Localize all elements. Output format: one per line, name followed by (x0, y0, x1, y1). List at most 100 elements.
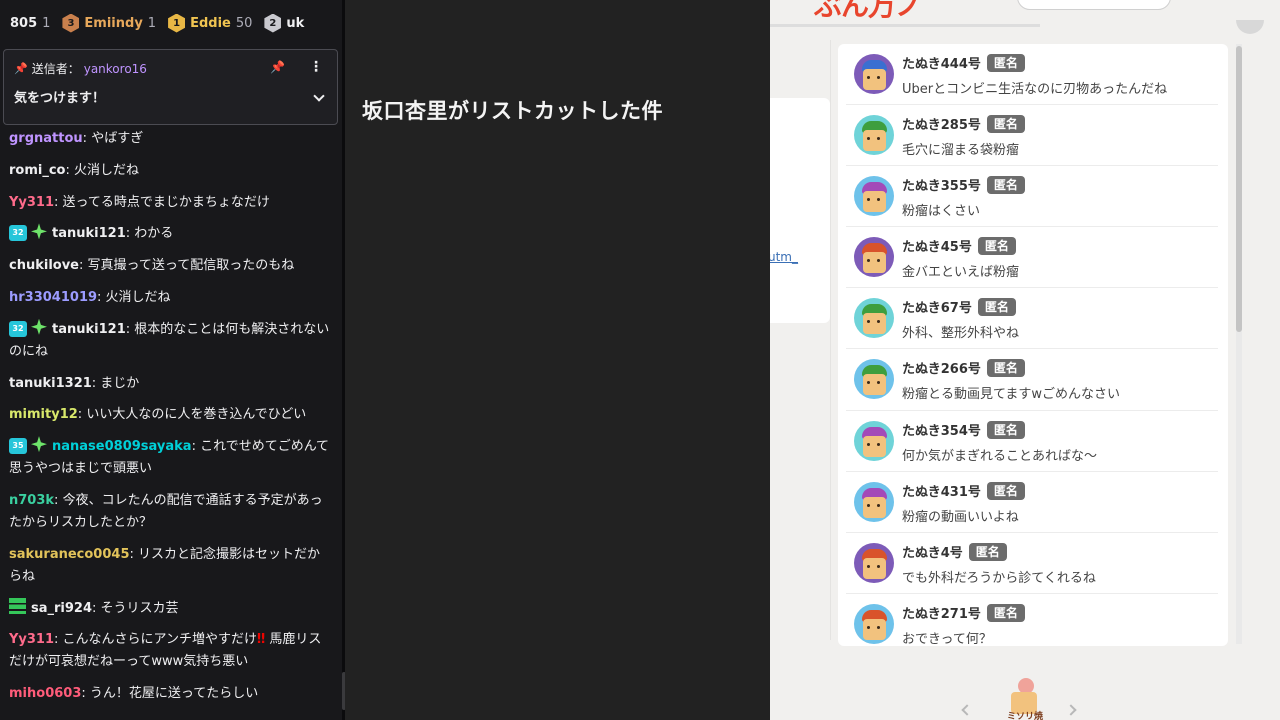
search-input[interactable] (1017, 0, 1171, 10)
chat-username[interactable]: tanuki121 (52, 322, 126, 337)
comment-item: たぬき285号 匿名 毛穴に溜まる袋粉瘤 (846, 105, 1218, 167)
comment-author: たぬき67号 匿名 (902, 297, 1016, 317)
comment-text: 何か気がまぎれることあればな〜 (902, 448, 1098, 464)
chat-username[interactable]: grgnattou (9, 131, 83, 146)
chat-message: mimity12: いい大人なのに人を巻き込んでひどい (9, 404, 330, 426)
comment-text: 金バエといえば粉瘤 (902, 265, 1020, 281)
leaderboard-entry[interactable]: 805 1 (10, 16, 50, 31)
comment-author: たぬき431号 匿名 (902, 481, 1025, 500)
comment-author-name: たぬき67号 (902, 301, 972, 317)
chat-separator: : (92, 600, 101, 616)
comment-item: たぬき4号 匿名 でも外科だろうから診てくれるね (846, 533, 1218, 594)
chat-username[interactable]: Yy311 (9, 632, 54, 647)
gem-badge-icon[interactable] (31, 436, 47, 453)
chat-panel: 805 1 3 Emiindy 1 1 Eddie 50 2 uk 📌 送信者：… (0, 0, 342, 720)
mascot-icon[interactable]: ミソリ焼金 (1005, 676, 1043, 720)
comment-author: たぬき271号 匿名 (902, 603, 1025, 622)
comment-author-name: たぬき4号 (902, 545, 963, 561)
web-page: ぶん万ノ utm_ たぬき444号 匿名 Uberとコンビニ生活なのに刃物あったんだ… (770, 0, 1280, 720)
chat-username[interactable]: tanuki121 (52, 226, 126, 241)
chat-username[interactable]: hr33041019 (9, 290, 97, 305)
chat-text: 写真撮って送って配信取ったのもね (87, 258, 295, 274)
chat-text: 火消しだね (105, 289, 171, 305)
chat-username[interactable]: sa_ri924 (31, 601, 92, 616)
leader-count: 50 (235, 15, 253, 31)
chat-username[interactable]: tanuki1321 (9, 376, 92, 391)
column-divider (830, 40, 831, 640)
chat-separator: : (129, 546, 139, 562)
tanuki-avatar-icon (854, 420, 894, 461)
bits-badge-icon[interactable] (9, 597, 26, 614)
chat-message: n703k: 今夜、コレたんの配信で通話する予定があったからリスカしたとか？ (9, 490, 330, 534)
chat-username[interactable]: nanase0809sayaka (52, 439, 192, 454)
leader-name: 805 (10, 15, 38, 31)
chat-username[interactable]: miho0603 (9, 686, 81, 701)
chevron-left-icon[interactable] (961, 704, 973, 716)
chat-username[interactable]: Yy311 (9, 195, 54, 210)
comment-item: たぬき444号 匿名 Uberとコンビニ生活なのに刃物あったんだね (846, 44, 1218, 106)
unpin-icon[interactable]: 📌 (270, 60, 285, 74)
chat-message: 35 nanase0809sayaka: これでせめてごめんて思うやつはまじで頭悪… (9, 436, 330, 480)
comment-author: たぬき266号 匿名 (902, 358, 1025, 378)
chat-username[interactable]: romi_co (9, 163, 65, 178)
comment-text: Uberとコンビニ生活なのに刃物あったんだね (902, 82, 1168, 97)
chat-username[interactable]: chukilove (9, 258, 79, 273)
anonymous-tag: 匿名 (986, 420, 1025, 439)
tanuki-avatar-icon (854, 176, 894, 217)
chat-message: 32 tanuki121: わかる (9, 223, 330, 245)
comment-author: たぬき285号 匿名 (902, 114, 1025, 134)
leader-name: uk (286, 15, 305, 31)
chat-message: tanuki1321: まじか (9, 373, 330, 395)
tanuki-avatar-icon (854, 54, 894, 94)
menu-icon[interactable] (1236, 20, 1264, 34)
anonymous-tag: 匿名 (986, 359, 1025, 378)
comment-author-name: たぬき285号 (902, 118, 981, 134)
chat-message: Yy311: こんなんさらにアンチ増やすだけ‼ 馬鹿リスだけが可哀想だねーってw… (9, 629, 330, 673)
comment-author-name: たぬき45号 (902, 240, 972, 256)
gem-badge-icon[interactable] (31, 223, 47, 240)
pinned-message-text: 気をつけます！ (14, 91, 106, 106)
tanuki-avatar-icon (854, 603, 894, 644)
chat-separator: : (97, 289, 106, 305)
gem-badge-icon[interactable] (31, 318, 47, 335)
chat-text: まじか (100, 375, 140, 391)
leaderboard-entry[interactable]: 2 uk (264, 13, 305, 33)
leaderboard-entry[interactable]: 1 Eddie 50 (168, 13, 253, 33)
chat-separator: : (82, 131, 92, 146)
subscriber-badge-icon[interactable]: 35 (9, 438, 27, 455)
comment-item: たぬき355号 匿名 粉瘤はくさい (846, 166, 1218, 228)
site-logo[interactable]: ぶん万ノ (814, 0, 923, 24)
anonymous-tag: 匿名 (986, 115, 1025, 134)
chat-text: うん！花屋に送ってたらしい (89, 686, 259, 702)
rank-badge-icon: 1 (168, 13, 186, 33)
pinned-sender[interactable]: yankoro16 (84, 62, 147, 76)
chat-separator: : (125, 226, 135, 242)
comment-author-name: たぬき266号 (902, 362, 981, 378)
comment-text: 粉瘤はくさい (902, 204, 981, 220)
more-options-icon[interactable]: ⋮ (309, 59, 323, 75)
comment-item: たぬき431号 匿名 粉瘤の動画いいよね (846, 472, 1218, 533)
comment-author-name: たぬき271号 (902, 606, 981, 622)
chat-message: hr33041019: 火消しだね (9, 287, 330, 309)
comment-author: たぬき444号 匿名 (902, 53, 1025, 72)
chat-text: 火消しだね (74, 162, 140, 178)
article-link[interactable]: utm_ (770, 250, 798, 264)
anonymous-tag: 匿名 (986, 176, 1025, 195)
leaderboard-entry[interactable]: 3 Emiindy 1 (62, 13, 156, 33)
leader-name: Emiindy (84, 15, 143, 31)
subscriber-badge-icon[interactable]: 32 (9, 225, 27, 242)
chevron-right-icon[interactable] (1065, 704, 1077, 716)
anonymous-tag: 匿名 (986, 481, 1025, 500)
comment-author-name: たぬき355号 (902, 179, 981, 195)
comment-text: 外科、整形外科やね (902, 326, 1020, 342)
chat-username[interactable]: sakuraneco0045 (9, 547, 130, 562)
chat-separator: : (54, 194, 63, 210)
subscriber-badge-icon[interactable]: 32 (9, 320, 27, 337)
chat-username[interactable]: n703k (9, 493, 54, 508)
chat-username[interactable]: mimity12 (9, 407, 78, 422)
comment-scrollbar[interactable] (1236, 46, 1242, 332)
comment-item: たぬき67号 匿名外科、整形外科やね (846, 288, 1218, 350)
anonymous-tag: 匿名 (977, 298, 1016, 317)
leaderboard: 805 1 3 Emiindy 1 1 Eddie 50 2 uk (0, 0, 342, 46)
chat-text: そうリスカ芸 (100, 600, 179, 616)
